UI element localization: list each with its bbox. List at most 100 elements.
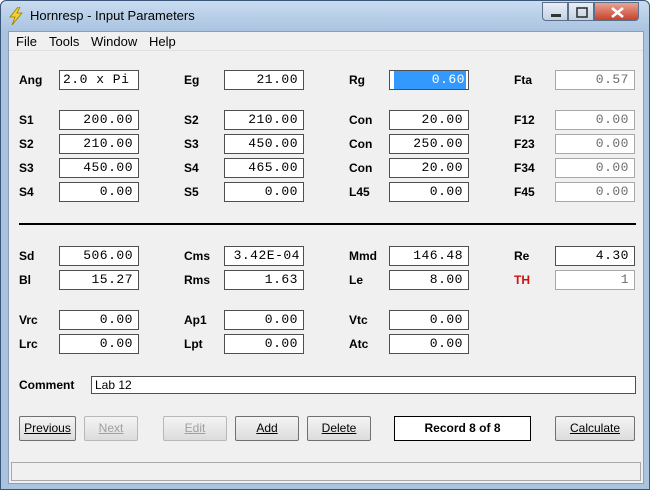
label-lrc: Lrc — [19, 337, 38, 351]
label-s2-row3: S2 — [19, 137, 34, 151]
field-vrc[interactable]: 0.00 — [59, 310, 139, 330]
label-s4: S4 — [184, 161, 199, 175]
previous-button[interactable]: Previous — [19, 416, 76, 441]
menu-bar: File Tools Window Help — [9, 32, 643, 51]
field-lpt[interactable]: 0.00 — [224, 334, 304, 354]
label-atc: Atc — [349, 337, 369, 351]
previous-button-label: Previous — [24, 421, 71, 435]
field-atc[interactable]: 0.00 — [389, 334, 469, 354]
label-re: Re — [514, 249, 530, 263]
app-window: Hornresp - Input Parameters File Tools W… — [0, 0, 650, 490]
menu-tools[interactable]: Tools — [49, 34, 79, 49]
label-lpt: Lpt — [184, 337, 203, 351]
field-con-3[interactable]: 20.00 — [389, 158, 469, 178]
maximize-button[interactable] — [568, 2, 594, 21]
label-bl: Bl — [19, 273, 31, 287]
record-indicator: Record 8 of 8 — [394, 416, 531, 441]
field-s4[interactable]: 465.00 — [224, 158, 304, 178]
field-s3-row4[interactable]: 450.00 — [59, 158, 139, 178]
add-button[interactable]: Add — [235, 416, 299, 441]
field-le[interactable]: 8.00 — [389, 270, 469, 290]
close-icon — [611, 6, 624, 19]
minimize-button[interactable] — [542, 2, 568, 21]
field-f34[interactable]: 0.00 — [555, 158, 635, 178]
label-fta: Fta — [514, 73, 532, 87]
field-sd[interactable]: 506.00 — [59, 246, 139, 266]
field-lrc[interactable]: 0.00 — [59, 334, 139, 354]
label-con-2: Con — [349, 137, 373, 151]
menu-window[interactable]: Window — [91, 34, 137, 49]
field-s2-row3[interactable]: 210.00 — [59, 134, 139, 154]
label-s2: S2 — [184, 113, 199, 127]
field-mmd[interactable]: 146.48 — [389, 246, 469, 266]
label-ap1: Ap1 — [184, 313, 207, 327]
label-eg: Eg — [184, 73, 200, 87]
label-rg: Rg — [349, 73, 365, 87]
field-con-1[interactable]: 20.00 — [389, 110, 469, 130]
calculate-button[interactable]: Calculate — [555, 416, 635, 441]
label-vtc: Vtc — [349, 313, 368, 327]
field-cms[interactable]: 3.42E-04 — [224, 246, 304, 266]
field-f12[interactable]: 0.00 — [555, 110, 635, 130]
label-l45: L45 — [349, 185, 370, 199]
field-vtc[interactable]: 0.00 — [389, 310, 469, 330]
next-button[interactable]: Next — [84, 416, 138, 441]
field-ang[interactable]: 2.0 x Pi — [59, 70, 139, 90]
label-mmd: Mmd — [349, 249, 377, 263]
field-re[interactable]: 4.30 — [555, 246, 635, 266]
label-s1: S1 — [19, 113, 34, 127]
field-s4-row5[interactable]: 0.00 — [59, 182, 139, 202]
menu-help[interactable]: Help — [149, 34, 176, 49]
label-f23: F23 — [514, 137, 535, 151]
maximize-icon — [576, 7, 588, 18]
edit-button-label: Edit — [184, 421, 206, 435]
edit-button[interactable]: Edit — [163, 416, 227, 441]
label-th: TH — [514, 273, 530, 287]
comment-input[interactable]: Lab 12 — [91, 376, 636, 394]
field-rg[interactable]: 0.60 — [389, 70, 469, 90]
label-cms: Cms — [184, 249, 211, 263]
label-le: Le — [349, 273, 364, 287]
label-s3-row4: S3 — [19, 161, 34, 175]
minimize-icon — [551, 14, 561, 17]
section-divider — [19, 223, 636, 225]
field-l45[interactable]: 0.00 — [389, 182, 469, 202]
label-s4-row5: S4 — [19, 185, 34, 199]
label-con-1: Con — [349, 113, 373, 127]
client-area: File Tools Window Help Ang 2.0 x Pi Eg 2… — [8, 31, 644, 484]
add-button-label: Add — [256, 421, 278, 435]
status-bar — [11, 462, 641, 481]
field-s5[interactable]: 0.00 — [224, 182, 304, 202]
field-ap1[interactable]: 0.00 — [224, 310, 304, 330]
field-f23[interactable]: 0.00 — [555, 134, 635, 154]
field-rms[interactable]: 1.63 — [224, 270, 304, 290]
label-ang: Ang — [19, 73, 43, 87]
field-bl[interactable]: 15.27 — [59, 270, 139, 290]
calculate-button-label: Calculate — [569, 421, 621, 435]
field-f45[interactable]: 0.00 — [555, 182, 635, 202]
label-s3: S3 — [184, 137, 199, 151]
field-th[interactable]: 1 — [555, 270, 635, 290]
label-f45: F45 — [514, 185, 535, 199]
label-comment: Comment — [19, 378, 75, 392]
title-bar[interactable]: Hornresp - Input Parameters — [1, 1, 649, 31]
field-s2[interactable]: 210.00 — [224, 110, 304, 130]
label-s5: S5 — [184, 185, 199, 199]
delete-button-label: Delete — [321, 421, 357, 435]
label-rms: Rms — [184, 273, 211, 287]
menu-file[interactable]: File — [16, 34, 37, 49]
field-s1[interactable]: 200.00 — [59, 110, 139, 130]
field-con-2[interactable]: 250.00 — [389, 134, 469, 154]
label-f12: F12 — [514, 113, 535, 127]
field-fta[interactable]: 0.57 — [555, 70, 635, 90]
next-button-label: Next — [98, 421, 124, 435]
field-rg-value: 0.60 — [394, 71, 466, 89]
window-title: Hornresp - Input Parameters — [30, 8, 195, 23]
field-s3[interactable]: 450.00 — [224, 134, 304, 154]
close-button[interactable] — [594, 2, 639, 21]
delete-button[interactable]: Delete — [307, 416, 371, 441]
label-f34: F34 — [514, 161, 535, 175]
label-vrc: Vrc — [19, 313, 38, 327]
label-con-3: Con — [349, 161, 373, 175]
field-eg[interactable]: 21.00 — [224, 70, 304, 90]
